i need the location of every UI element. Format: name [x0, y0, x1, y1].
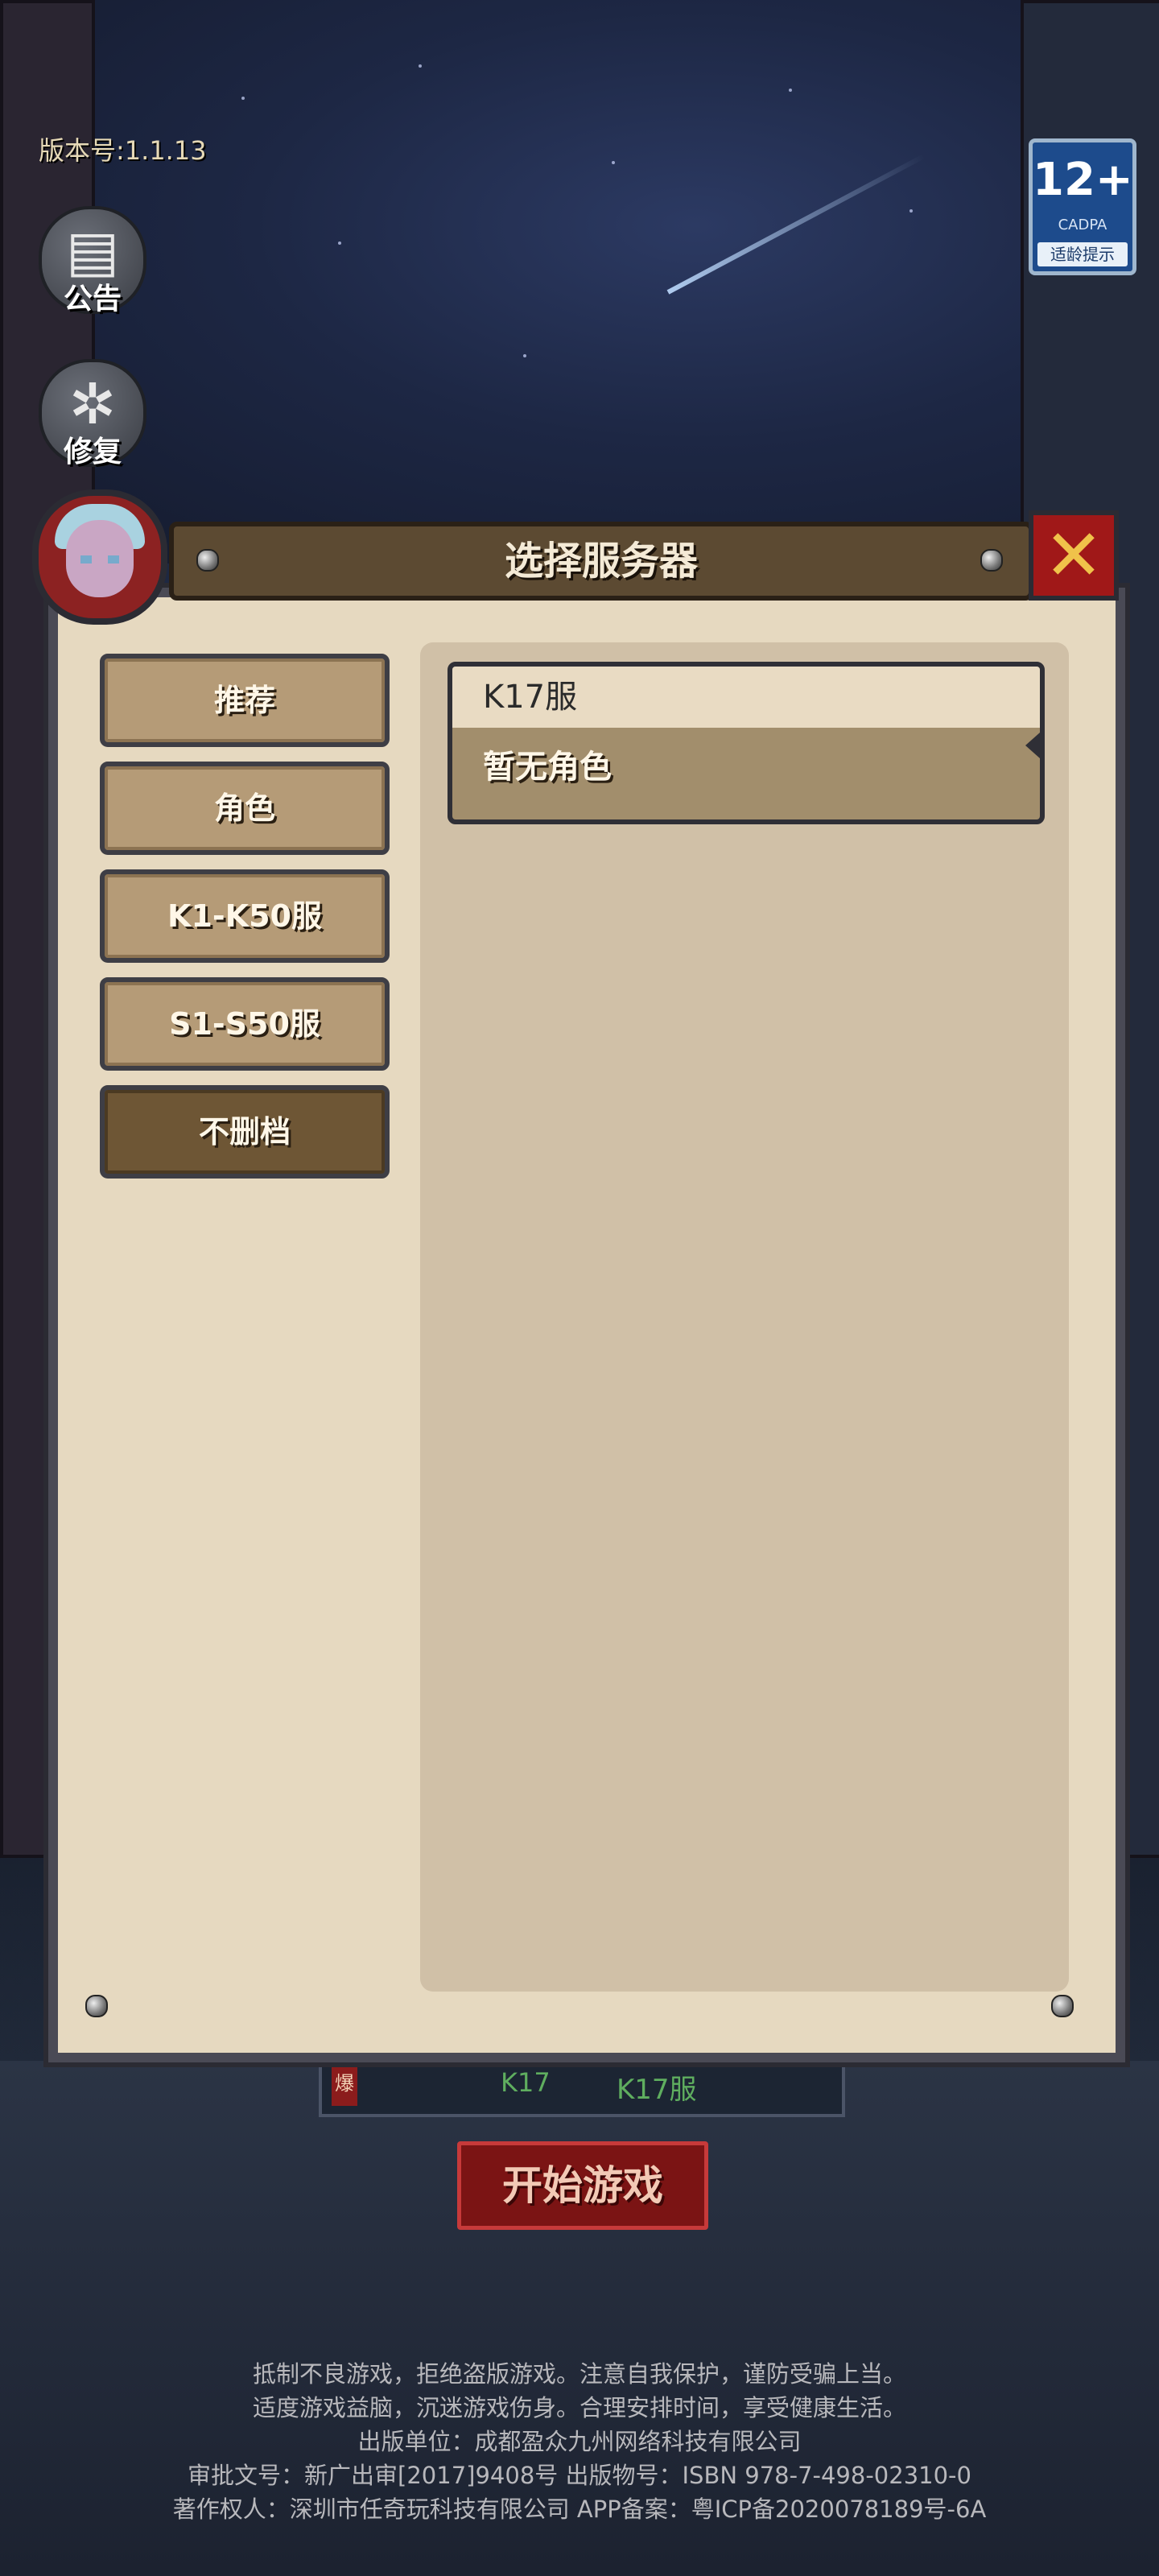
avatar-face	[66, 520, 134, 597]
dialog-header: 选择服务器	[169, 522, 1033, 601]
rivet	[1051, 1995, 1074, 2017]
server-list-item[interactable]: K17服 暂无角色	[448, 662, 1045, 824]
rivet	[980, 549, 1003, 572]
avatar-eye	[80, 555, 92, 564]
footer-notice: 抵制不良游戏，拒绝盗版游戏。注意自我保护，谨防受骗上当。 适度游戏益脑，沉迷游戏…	[0, 2357, 1159, 2526]
star	[523, 354, 526, 357]
wrench-icon: ✲	[68, 371, 117, 437]
footer-line: 抵制不良游戏，拒绝盗版游戏。注意自我保护，谨防受骗上当。	[252, 2360, 906, 2388]
category-s1-s50[interactable]: S1-S50服	[100, 977, 390, 1071]
footer-line: 适度游戏益脑，沉迷游戏伤身。合理安排时间，享受健康生活。	[252, 2394, 906, 2421]
current-server-selector[interactable]: 爆 K17 K17服	[319, 2054, 845, 2117]
star	[612, 161, 615, 164]
selected-indicator-icon	[1025, 733, 1040, 758]
server-role-status: 暂无角色	[483, 749, 612, 786]
rivet	[85, 1995, 108, 2017]
footer-line: 审批文号：新广出审[2017]9408号 出版物号：ISBN 978-7-498…	[188, 2462, 971, 2489]
category-label: S1-S50服	[169, 1006, 320, 1042]
category-permanent[interactable]: 不删档	[100, 1085, 390, 1179]
server-list-panel[interactable]	[420, 642, 1069, 1992]
server-hot-flag: 爆	[332, 2061, 357, 2106]
star	[241, 97, 245, 100]
notice-button[interactable]: ▤ 公告	[39, 206, 146, 316]
star	[909, 209, 913, 213]
current-server-name: K17服	[617, 2074, 697, 2106]
start-game-button[interactable]: 开始游戏	[457, 2141, 708, 2230]
repair-button[interactable]: ✲ 修复	[39, 359, 146, 469]
notice-label: 公告	[63, 283, 122, 316]
footer-line: 著作权人：深圳市任奇玩科技有限公司 APP备案：粤ICP备2020078189号…	[172, 2496, 987, 2523]
age-rating-tip: 适龄提示	[1037, 242, 1128, 266]
age-rating-org: CADPA	[1058, 217, 1107, 233]
avatar-eye	[108, 555, 119, 564]
dialog-title: 选择服务器	[504, 539, 698, 584]
version-label: 版本号:1.1.13	[39, 135, 207, 166]
current-server-code: K17	[501, 2067, 551, 2098]
star	[789, 89, 792, 92]
category-label: 推荐	[213, 683, 275, 718]
star	[419, 64, 422, 68]
age-rating: 12+	[1033, 154, 1133, 206]
category-recommended[interactable]: 推荐	[100, 654, 390, 747]
night-sky-background	[0, 0, 1159, 564]
category-label: 角色	[213, 791, 275, 826]
close-icon: ✕	[1044, 514, 1103, 597]
category-label: K1-K50服	[167, 898, 322, 934]
category-label: 不删档	[198, 1114, 291, 1150]
player-avatar[interactable]	[32, 489, 167, 625]
age-rating-badge[interactable]: 12+ CADPA 适龄提示	[1029, 138, 1136, 275]
category-roles[interactable]: 角色	[100, 762, 390, 855]
close-button[interactable]: ✕	[1029, 510, 1119, 601]
star	[338, 242, 341, 245]
repair-label: 修复	[63, 436, 122, 469]
server-item-header: K17服	[452, 667, 1040, 728]
notice-icon: ▤	[65, 218, 120, 284]
server-name: K17服	[483, 679, 578, 716]
category-k1-k50[interactable]: K1-K50服	[100, 869, 390, 963]
footer-line: 出版单位：成都盈众九州网络科技有限公司	[357, 2428, 802, 2455]
